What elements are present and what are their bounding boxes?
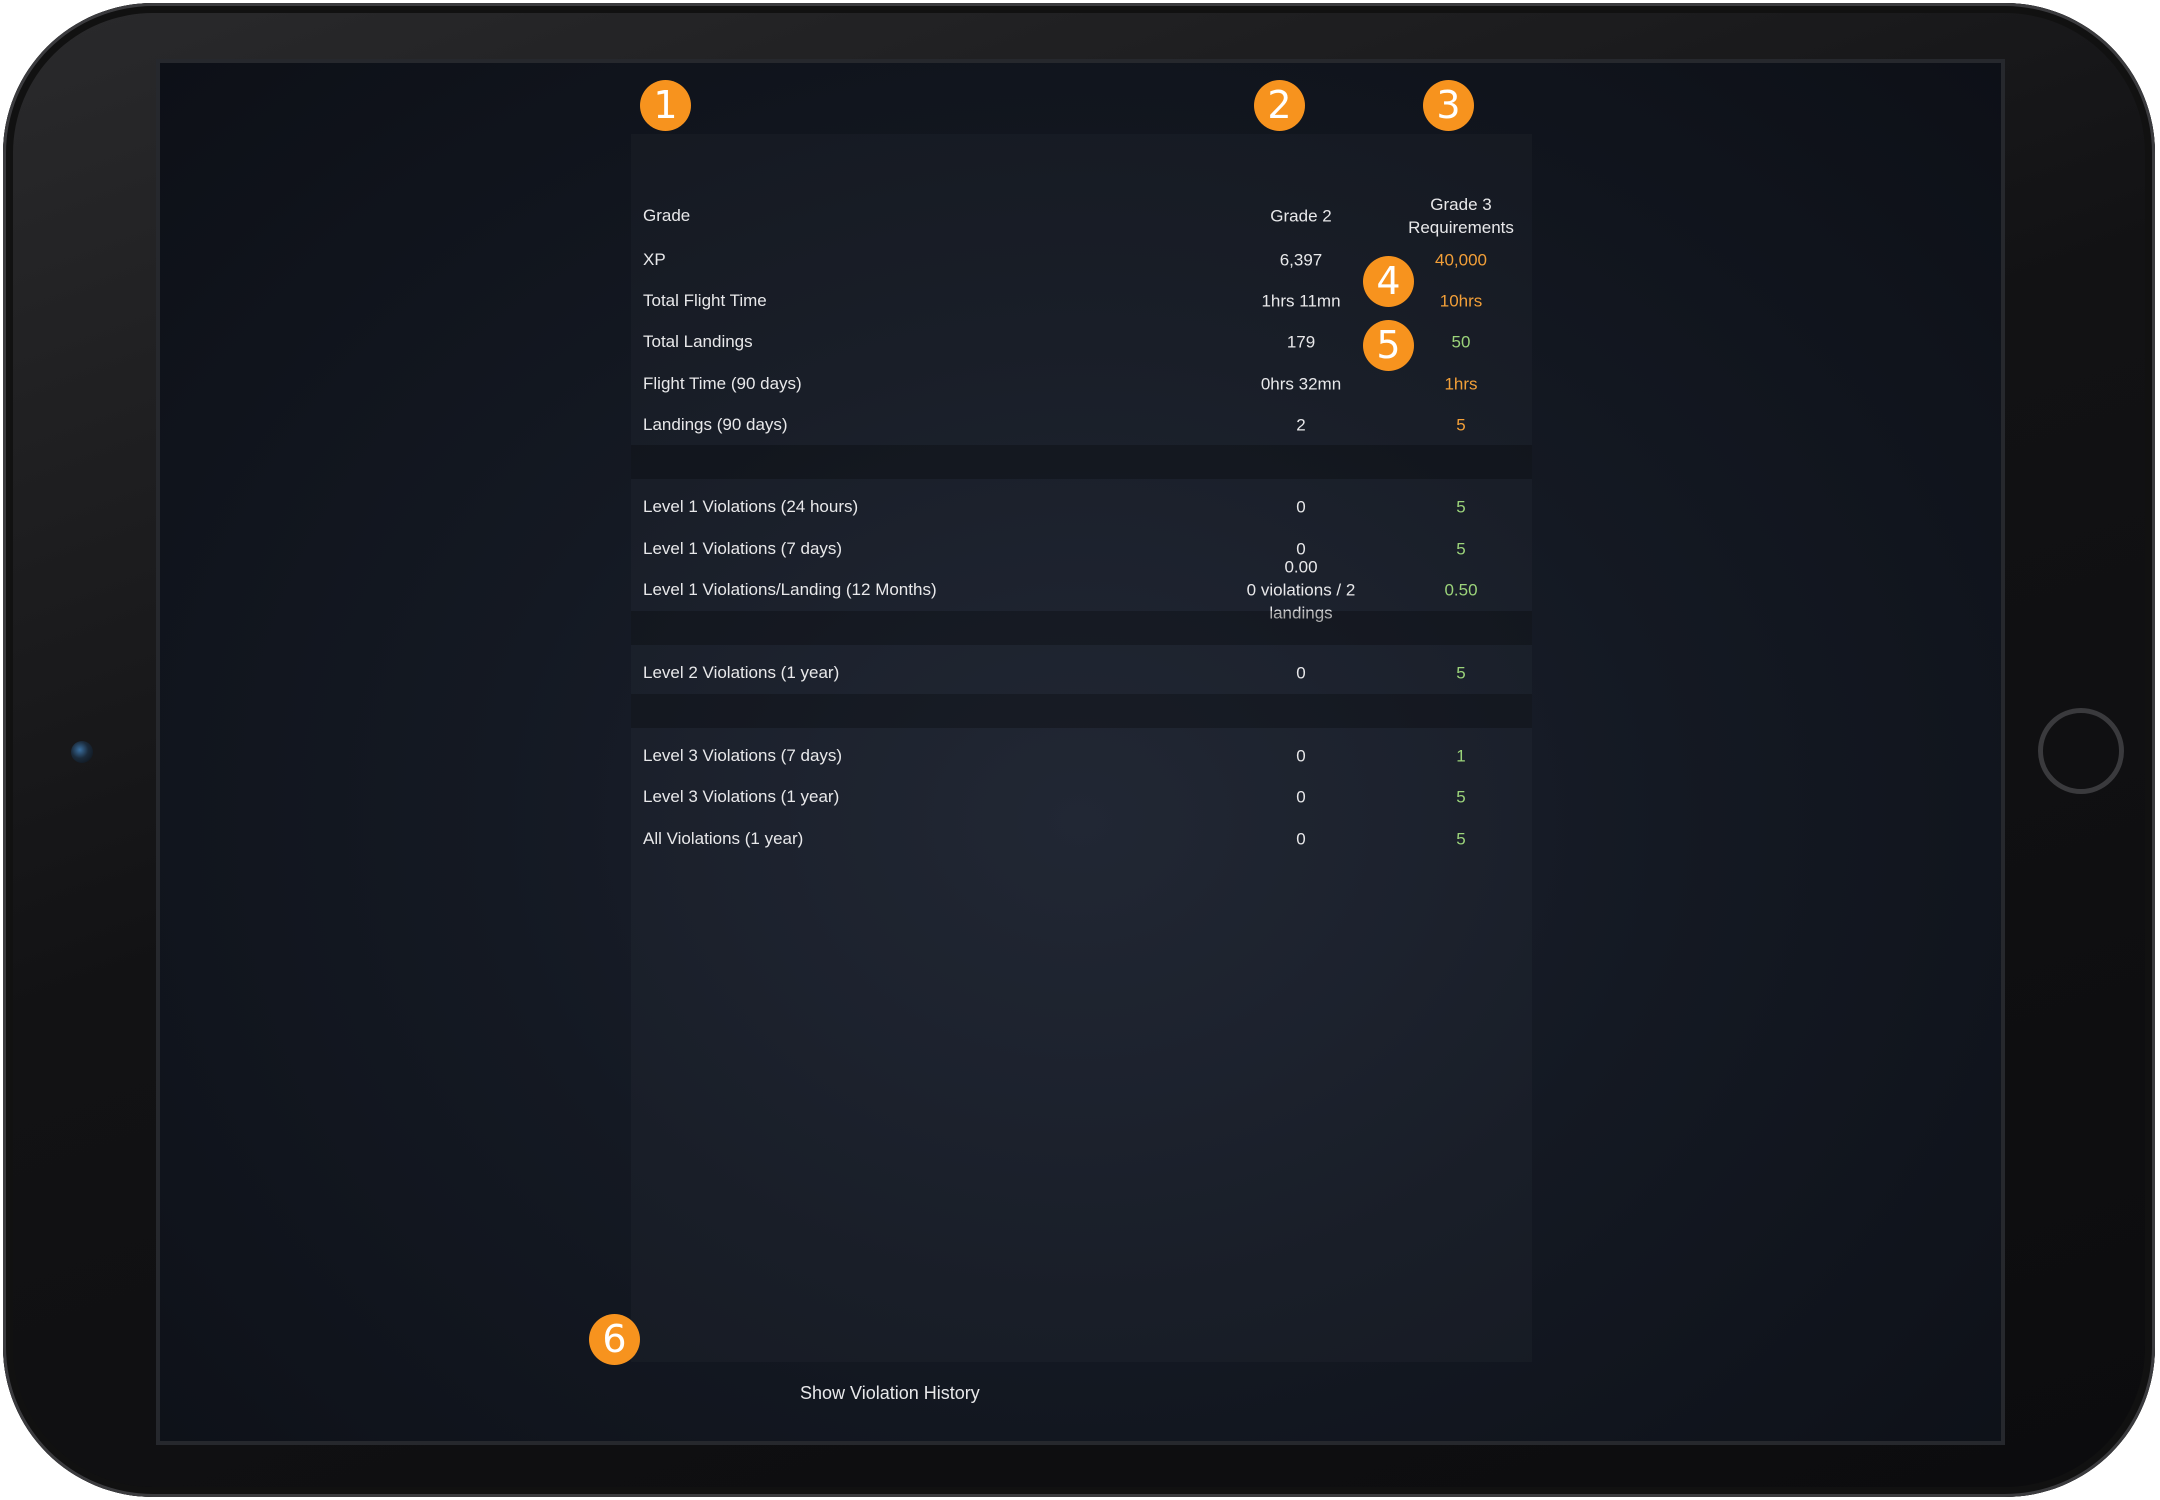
requirements-header-line2: Requirements <box>1408 218 1514 237</box>
callout-badge-3: 3 <box>1423 80 1474 131</box>
row-requirement-value: 1hrs <box>1444 374 1478 393</box>
row-requirement-value: 10hrs <box>1439 291 1483 310</box>
app-screen: Grade Grade 2 Grade 3 Requirements XP 6,… <box>156 59 2005 1445</box>
requirements-header: Grade 3 Requirements <box>1391 193 1531 239</box>
table-row: Level 1 Violations (7 days) 0 5 <box>631 528 1532 569</box>
row-requirement-value: 40,000 <box>1435 250 1487 269</box>
row-requirement-value: 5 <box>1456 663 1466 682</box>
section-divider <box>631 611 1532 645</box>
row-current-value: 2 <box>1296 415 1306 434</box>
camera-icon <box>71 741 93 763</box>
table-row: Level 3 Violations (1 year) 0 5 <box>631 776 1532 817</box>
row-label: Landings (90 days) <box>643 414 788 434</box>
callout-badge-1: 1 <box>640 80 691 131</box>
callout-badge-4: 4 <box>1363 256 1414 307</box>
row-requirement-value: 0.50 <box>1444 580 1478 600</box>
row-requirement-value: 5 <box>1456 497 1466 516</box>
row-current-value: 0hrs 32mn <box>1260 374 1342 393</box>
row-label: Total Landings <box>643 331 753 351</box>
callout-badge-6: 6 <box>589 1314 640 1365</box>
table-row: Level 1 Violations (24 hours) 0 5 <box>631 486 1532 527</box>
show-violation-history-link[interactable]: Show Violation History <box>800 1383 980 1404</box>
row-requirement-value: 5 <box>1456 415 1466 434</box>
row-label: Total Flight Time <box>643 290 767 310</box>
section-divider <box>631 694 1532 728</box>
grade-column-header: Grade <box>643 206 691 225</box>
row-label: Level 3 Violations (1 year) <box>643 786 840 806</box>
row-current-value: 0 <box>1296 497 1306 516</box>
section-divider <box>631 445 1532 479</box>
row-label: XP <box>643 249 666 269</box>
header-row: Grade Grade 2 Grade 3 Requirements <box>631 193 1532 239</box>
row-current-value: 179 <box>1286 332 1316 351</box>
row-requirement-value: 1 <box>1456 746 1466 765</box>
grade-table: Grade Grade 2 Grade 3 Requirements XP 6,… <box>631 134 1532 1362</box>
tablet-frame: Grade Grade 2 Grade 3 Requirements XP 6,… <box>3 3 2155 1497</box>
table-row: Level 2 Violations (1 year) 0 5 <box>631 652 1532 693</box>
requirements-header-line1: Grade 3 <box>1430 195 1492 214</box>
table-row: Level 3 Violations (7 days) 0 1 <box>631 735 1532 776</box>
callout-badge-5: 5 <box>1363 320 1414 371</box>
row-requirement-value: 5 <box>1456 829 1466 848</box>
current-grade-header: Grade 2 <box>1270 206 1332 226</box>
row-current-value: 0 <box>1296 787 1306 806</box>
row-requirement-value: 5 <box>1456 539 1466 558</box>
row-current-value: 0 <box>1296 829 1306 848</box>
row-label: Level 3 Violations (7 days) <box>643 745 843 765</box>
row-label: All Violations (1 year) <box>643 828 804 848</box>
callout-badge-2: 2 <box>1254 80 1305 131</box>
home-button[interactable] <box>2038 708 2124 794</box>
row-current-value: 6,397 <box>1279 250 1323 269</box>
row-label: Level 2 Violations (1 year) <box>643 662 840 682</box>
table-row: All Violations (1 year) 0 5 <box>631 818 1532 859</box>
row-label: Level 1 Violations (7 days) <box>643 538 843 558</box>
row-label: Level 1 Violations (24 hours) <box>643 496 859 516</box>
row-current-value: 0 <box>1296 663 1306 682</box>
row-label: Flight Time (90 days) <box>643 373 802 393</box>
row-current-value: 0 <box>1296 746 1306 765</box>
table-row: Landings (90 days) 2 5 <box>631 404 1532 445</box>
row-label: Level 1 Violations/Landing (12 Months) <box>643 580 937 599</box>
row-current-value: 1hrs 11mn <box>1261 291 1341 310</box>
table-row: Level 1 Violations/Landing (12 Months) 0… <box>631 558 1532 623</box>
row-current-ratio: 0.00 <box>1284 557 1318 577</box>
row-requirement-value: 5 <box>1456 787 1466 806</box>
